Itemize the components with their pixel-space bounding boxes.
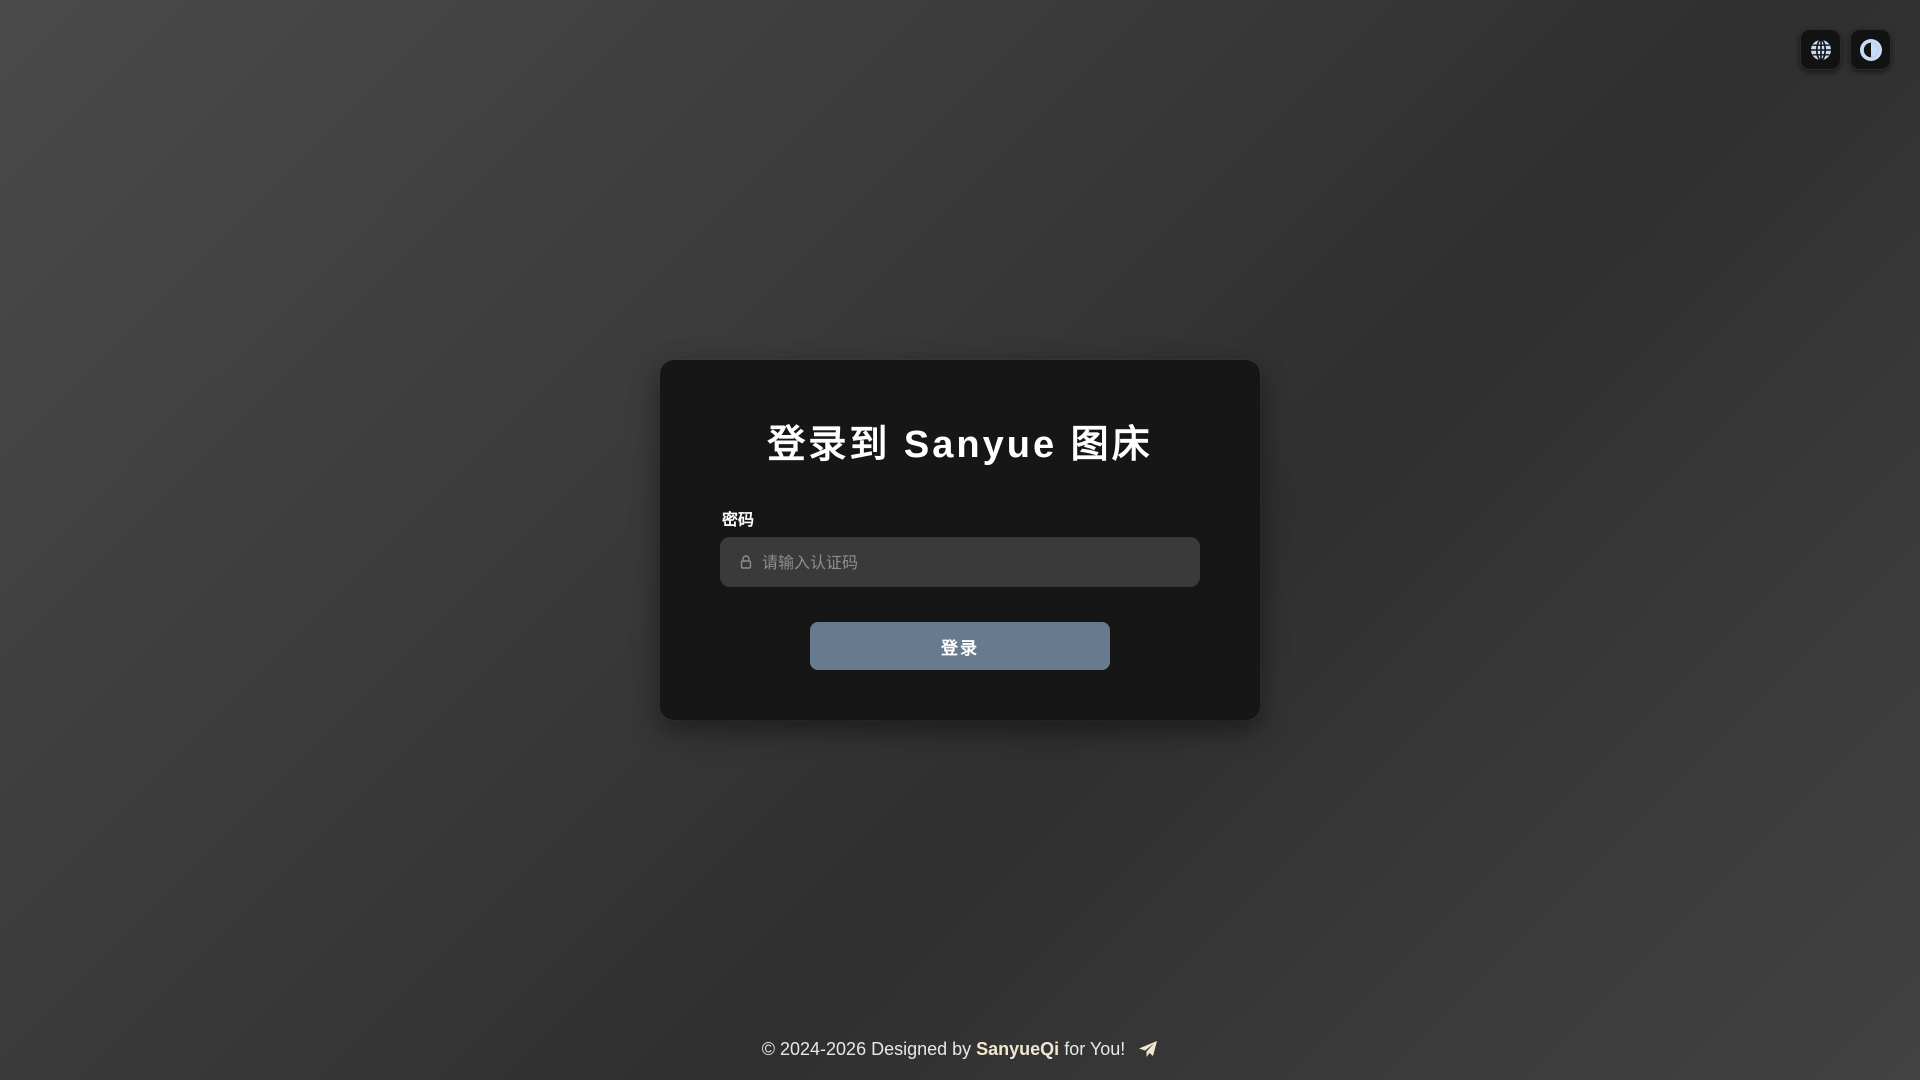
footer-suffix: for You! xyxy=(1059,1039,1126,1059)
lock-icon xyxy=(738,554,754,570)
top-controls xyxy=(1800,29,1891,70)
footer-author-link[interactable]: SanyueQi xyxy=(976,1039,1059,1059)
contrast-icon xyxy=(1858,37,1884,63)
login-button[interactable]: 登录 xyxy=(810,622,1110,670)
language-button[interactable] xyxy=(1800,29,1841,70)
footer-copyright: © 2024-2026 Designed by xyxy=(761,1039,977,1059)
globe-icon xyxy=(1809,38,1833,62)
password-input-wrapper[interactable] xyxy=(720,537,1200,587)
footer: © 2024-2026 Designed by SanyueQi for You… xyxy=(0,1037,1920,1064)
password-label: 密码 xyxy=(722,512,755,529)
password-input[interactable] xyxy=(762,537,1200,587)
page-title: 登录到 Sanyue 图床 xyxy=(767,424,1153,466)
login-card: 登录到 Sanyue 图床 密码 登录 xyxy=(660,360,1260,720)
paper-plane-icon[interactable] xyxy=(1138,1040,1158,1064)
theme-toggle-button[interactable] xyxy=(1850,29,1891,70)
